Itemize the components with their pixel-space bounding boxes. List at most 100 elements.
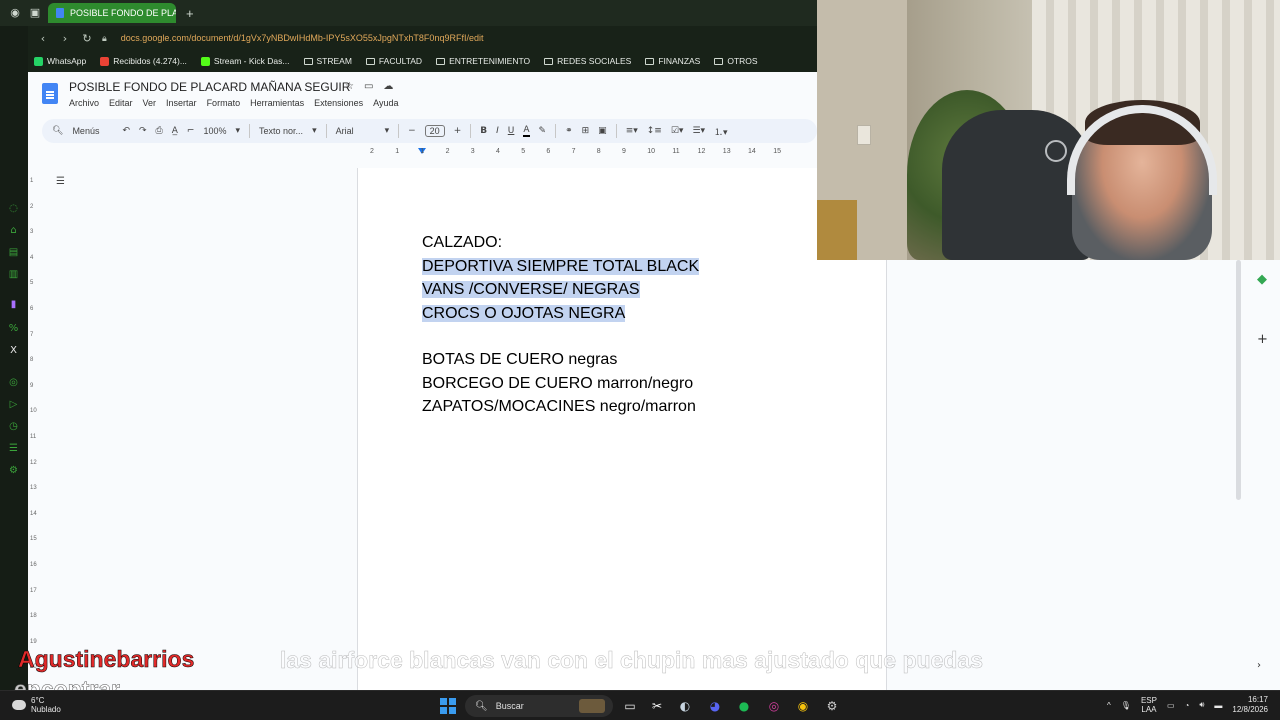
clock[interactable]: 16:17 12/8/2026 xyxy=(1232,695,1268,715)
selected-line[interactable]: VANS /CONVERSE/ NEGRAS xyxy=(422,281,640,298)
increase-font-icon[interactable]: + xyxy=(454,126,462,136)
start-button[interactable] xyxy=(440,698,456,714)
x-icon[interactable]: X xyxy=(7,344,20,357)
chrome-icon[interactable]: ◉ xyxy=(793,696,813,716)
bookmark-folder[interactable]: STREAM xyxy=(303,56,352,66)
chevron-up-icon[interactable]: ^ xyxy=(1107,701,1111,710)
horizontal-ruler[interactable]: 2 1 1 2 3 4 5 6 7 8 9 10 11 12 13 14 15 xyxy=(358,148,817,160)
undo-icon[interactable]: ↶ xyxy=(122,126,130,136)
menu-ver[interactable]: Ver xyxy=(143,98,157,108)
bookmark-site[interactable]: Stream - Kick Das... xyxy=(200,56,290,66)
doc-line[interactable]: ZAPATOS/MOCACINES negro/marron xyxy=(422,395,699,419)
doc-line[interactable]: BOTAS DE CUERO negras xyxy=(422,348,699,372)
highlight-icon[interactable]: ✎ xyxy=(539,126,547,136)
sidebar-icon-7[interactable]: ▷ xyxy=(7,398,20,411)
menu-archivo[interactable]: Archivo xyxy=(69,98,99,108)
expand-panel-icon[interactable]: › xyxy=(1257,660,1261,671)
add-addon-icon[interactable]: + xyxy=(1257,332,1268,347)
weather-widget[interactable]: 6°C Nublado xyxy=(12,696,61,714)
language-indicator[interactable]: ESP LAA xyxy=(1141,696,1157,714)
line-spacing-icon[interactable]: ↕≡ xyxy=(647,126,662,136)
url-field[interactable]: docs.google.com/document/d/1gVx7yNBDwIHd… xyxy=(121,33,484,43)
bulleted-list-icon[interactable]: ☰▾ xyxy=(692,126,705,136)
bookmark-folder[interactable]: OTROS xyxy=(714,56,758,66)
print-icon[interactable]: ⎙ xyxy=(156,126,163,136)
new-tab-button[interactable]: + xyxy=(186,6,194,21)
doc-line[interactable]: BORCEGO DE CUERO marron/negro xyxy=(422,372,699,396)
search-menus-button[interactable]: Menús xyxy=(72,126,99,136)
scrollbar[interactable] xyxy=(1236,260,1241,500)
app-icon[interactable]: ⚙ xyxy=(822,696,842,716)
network-icon[interactable]: ◔ xyxy=(1185,701,1190,710)
comment-icon[interactable]: ⊞ xyxy=(582,126,590,136)
redo-icon[interactable]: ↷ xyxy=(139,126,147,136)
style-select[interactable]: Texto nor... xyxy=(259,126,303,136)
selected-line[interactable]: CROCS O OJOTAS NEGRA xyxy=(422,304,626,322)
cloud-status-icon[interactable]: ☁ xyxy=(383,81,393,92)
document-title[interactable]: POSIBLE FONDO DE PLACARD MAÑANA SEGUIR xyxy=(69,80,350,94)
steam-icon[interactable]: ◐ xyxy=(675,696,695,716)
doc-heading[interactable]: CALZADO: xyxy=(422,231,699,255)
bold-button[interactable]: B xyxy=(480,126,487,136)
menu-editar[interactable]: Editar xyxy=(109,98,133,108)
menu-insertar[interactable]: Insertar xyxy=(166,98,197,108)
spellcheck-icon[interactable]: A̲ xyxy=(172,126,178,136)
search-menus-icon[interactable]: 🔍︎ xyxy=(52,126,63,136)
sidebar-icon-3[interactable]: ▤ xyxy=(7,246,20,259)
sidebar-icon-9[interactable]: ☰ xyxy=(7,442,20,455)
underline-button[interactable]: U xyxy=(508,126,515,136)
font-select[interactable]: Arial xyxy=(336,126,376,136)
bookmark-folder[interactable]: FACULTAD xyxy=(365,56,422,66)
maps-icon[interactable]: ◆ xyxy=(1257,272,1267,287)
bookmark-folder[interactable]: ENTRETENIMIENTO xyxy=(436,56,530,66)
docs-logo-icon[interactable] xyxy=(42,83,58,104)
align-icon[interactable]: ≡▾ xyxy=(626,126,638,136)
active-tab[interactable]: POSIBLE FONDO DE PLACAR × xyxy=(48,3,176,23)
document-body[interactable]: CALZADO: DEPORTIVA SIEMPRE TOTAL BLACK V… xyxy=(422,231,700,419)
menu-formato[interactable]: Formato xyxy=(207,98,241,108)
lock-icon[interactable]: 🔒︎ xyxy=(102,33,107,44)
tab-list-icon[interactable]: ▣ xyxy=(28,6,42,20)
checklist-icon[interactable]: ☑▾ xyxy=(671,126,684,136)
selected-line[interactable]: DEPORTIVA SIEMPRE TOTAL BLACK xyxy=(422,257,700,275)
decrease-font-icon[interactable]: − xyxy=(408,126,416,136)
reload-icon[interactable]: ↻ xyxy=(80,32,94,45)
file-explorer-icon[interactable]: ▭ xyxy=(620,696,640,716)
move-folder-icon[interactable]: ▭ xyxy=(364,81,373,92)
bookmark-site[interactable]: Recibidos (4.274)... xyxy=(100,56,187,66)
sidebar-icon-4[interactable]: ▥ xyxy=(7,268,20,281)
sidebar-icon-2[interactable]: ⌂ xyxy=(7,224,20,237)
sidebar-icon-1[interactable]: ◌ xyxy=(7,202,20,215)
obs-icon[interactable]: ◎ xyxy=(764,696,784,716)
bookmark-folder[interactable]: FINANZAS xyxy=(645,56,700,66)
link-icon[interactable]: ⚭ xyxy=(565,126,573,136)
image-icon[interactable]: ▣ xyxy=(598,126,607,136)
discord-icon[interactable]: ◕ xyxy=(705,696,725,716)
paint-format-icon[interactable]: ⌐ xyxy=(187,126,195,136)
numbered-list-icon[interactable]: ⒈▾ xyxy=(714,125,728,138)
bookmark-site[interactable]: WhatsApp xyxy=(34,56,86,66)
microphone-icon[interactable]: 🎙︎ xyxy=(1121,701,1131,710)
browser-menu-icon[interactable]: ◉ xyxy=(8,6,22,20)
capcut-icon[interactable]: ✂ xyxy=(647,696,667,716)
twitch-icon[interactable]: ▮ xyxy=(7,298,20,311)
battery-icon[interactable]: ▬ xyxy=(1214,701,1222,710)
italic-button[interactable]: I xyxy=(496,126,499,136)
star-icon[interactable]: ☆ xyxy=(345,81,354,92)
menu-extensiones[interactable]: Extensiones xyxy=(314,98,363,108)
volume-icon[interactable]: 🔊︎ xyxy=(1199,700,1204,710)
zoom-select[interactable]: 100% xyxy=(203,126,226,136)
settings-icon[interactable]: ⚙ xyxy=(7,464,20,477)
chevron-down-icon[interactable]: ▾ xyxy=(236,126,241,136)
document-outline-icon[interactable]: ☰ xyxy=(56,176,65,187)
sidebar-icon-5[interactable]: % xyxy=(7,322,20,335)
document-page[interactable]: CALZADO: DEPORTIVA SIEMPRE TOTAL BLACK V… xyxy=(357,168,887,690)
sidebar-icon-8[interactable]: ◷ xyxy=(7,420,20,433)
taskbar-search[interactable]: 🔍︎ Buscar xyxy=(465,695,613,717)
monitor-icon[interactable]: ▭ xyxy=(1167,701,1175,710)
menu-ayuda[interactable]: Ayuda xyxy=(373,98,398,108)
text-color-button[interactable]: A xyxy=(523,125,530,137)
spotify-icon[interactable]: ● xyxy=(734,696,754,716)
font-size-input[interactable]: 20 xyxy=(424,125,445,137)
chevron-down-icon[interactable]: ▾ xyxy=(312,126,317,136)
